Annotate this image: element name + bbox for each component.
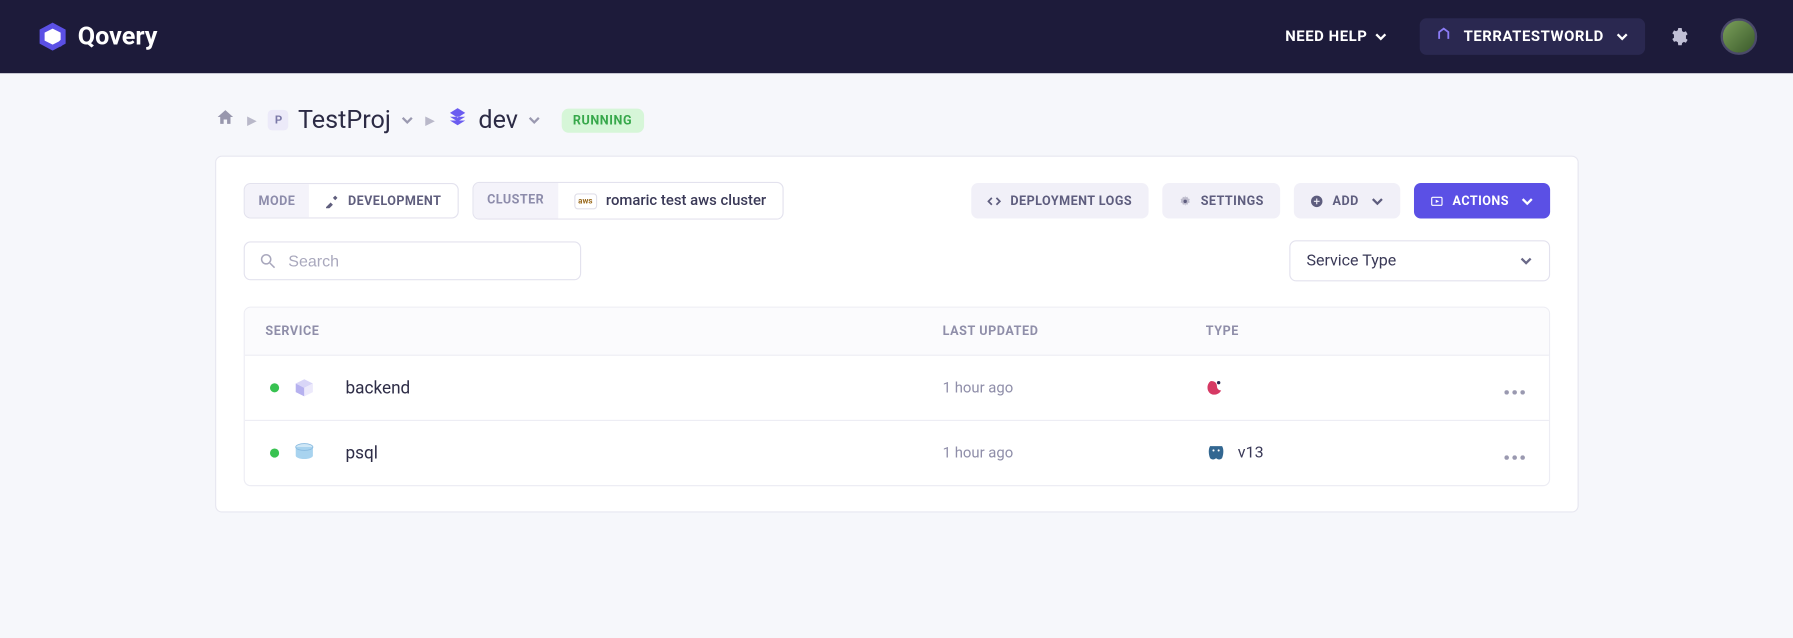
environment-name: dev bbox=[478, 106, 518, 135]
mode-chip: MODE DEVELOPMENT bbox=[244, 183, 459, 218]
environment-panel: MODE DEVELOPMENT CLUSTER aws romaric tes… bbox=[215, 156, 1579, 513]
project-badge: P bbox=[268, 110, 289, 131]
code-icon bbox=[988, 194, 1002, 208]
chevron-down-icon bbox=[1520, 194, 1534, 208]
cluster-chip: CLUSTER aws romaric test aws cluster bbox=[472, 182, 783, 220]
chevron-down-icon bbox=[1370, 194, 1384, 208]
mode-value[interactable]: DEVELOPMENT bbox=[309, 184, 457, 217]
table-header: SERVICE LAST UPDATED TYPE bbox=[245, 308, 1549, 355]
service-updated: 1 hour ago bbox=[943, 444, 1206, 461]
col-last-updated: LAST UPDATED bbox=[943, 324, 1206, 339]
service-updated: 1 hour ago bbox=[943, 379, 1206, 396]
status-badge: RUNNING bbox=[561, 108, 643, 132]
need-help-button[interactable]: NEED HELP bbox=[1285, 28, 1388, 45]
topbar: Qovery NEED HELP TERRATESTWORLD bbox=[0, 0, 1793, 73]
service-name: psql bbox=[345, 443, 942, 464]
plus-circle-icon bbox=[1310, 194, 1324, 208]
table-row[interactable]: psql 1 hour ago v13 bbox=[245, 420, 1549, 485]
service-app-icon bbox=[291, 374, 318, 401]
organization-switcher[interactable]: TERRATESTWORLD bbox=[1420, 18, 1645, 55]
settings-icon-button[interactable] bbox=[1668, 26, 1689, 47]
brand-name: Qovery bbox=[78, 22, 158, 51]
org-icon bbox=[1436, 26, 1452, 47]
org-name: TERRATESTWORLD bbox=[1464, 28, 1604, 45]
col-type: TYPE bbox=[1206, 324, 1481, 339]
services-table: SERVICE LAST UPDATED TYPE backend 1 hour… bbox=[244, 307, 1550, 487]
cluster-label: CLUSTER bbox=[473, 183, 557, 218]
chevron-down-icon bbox=[1374, 30, 1388, 44]
status-dot-running bbox=[270, 448, 279, 457]
dots-icon bbox=[1504, 455, 1525, 460]
chevron-down-icon bbox=[1615, 30, 1629, 44]
service-type-label: Service Type bbox=[1306, 252, 1396, 270]
breadcrumb-home[interactable] bbox=[215, 108, 236, 133]
gear-icon bbox=[1178, 194, 1192, 208]
chevron-down-icon bbox=[1519, 254, 1533, 268]
deployment-logs-button[interactable]: DEPLOYMENT LOGS bbox=[972, 183, 1149, 218]
chevron-down-icon bbox=[527, 113, 541, 127]
brand-logo[interactable]: Qovery bbox=[37, 21, 158, 53]
play-icon bbox=[1430, 194, 1444, 208]
aws-icon: aws bbox=[574, 193, 597, 209]
breadcrumb-sep-icon: ▶ bbox=[425, 113, 435, 128]
qovery-logo-icon bbox=[37, 21, 69, 53]
actions-button[interactable]: ACTIONS bbox=[1414, 183, 1550, 218]
cluster-value[interactable]: aws romaric test aws cluster bbox=[558, 183, 782, 218]
service-type: v13 bbox=[1206, 443, 1481, 464]
panel-toolbar: MODE DEVELOPMENT CLUSTER aws romaric tes… bbox=[244, 182, 1550, 220]
dots-icon bbox=[1504, 390, 1525, 395]
breadcrumb-sep-icon: ▶ bbox=[247, 113, 257, 128]
home-icon bbox=[215, 108, 236, 129]
breadcrumb-environment[interactable]: dev bbox=[446, 105, 540, 135]
chevron-down-icon bbox=[400, 113, 414, 127]
search-box[interactable] bbox=[244, 241, 581, 280]
mode-label: MODE bbox=[245, 184, 309, 217]
gear-icon bbox=[1668, 26, 1689, 47]
breadcrumb-project[interactable]: P TestProj bbox=[268, 106, 414, 135]
service-name: backend bbox=[345, 378, 942, 399]
table-row[interactable]: backend 1 hour ago bbox=[245, 355, 1549, 420]
user-avatar[interactable] bbox=[1721, 18, 1758, 55]
service-db-icon bbox=[291, 439, 318, 466]
breadcrumb: ▶ P TestProj ▶ dev RUNNING bbox=[0, 73, 1793, 155]
nestjs-icon bbox=[1206, 378, 1227, 399]
status-dot-running bbox=[270, 383, 279, 392]
service-type bbox=[1206, 378, 1481, 399]
settings-button[interactable]: SETTINGS bbox=[1162, 183, 1280, 218]
search-icon bbox=[259, 252, 277, 270]
add-button[interactable]: ADD bbox=[1294, 183, 1400, 218]
wrench-icon bbox=[325, 194, 339, 208]
environment-icon bbox=[446, 105, 469, 135]
project-name: TestProj bbox=[298, 106, 391, 135]
search-input[interactable] bbox=[288, 252, 566, 270]
service-type-filter[interactable]: Service Type bbox=[1289, 240, 1550, 281]
row-actions-button[interactable] bbox=[1480, 442, 1549, 464]
col-service: SERVICE bbox=[245, 324, 943, 339]
postgres-icon bbox=[1206, 443, 1227, 464]
need-help-label: NEED HELP bbox=[1285, 28, 1367, 45]
row-actions-button[interactable] bbox=[1480, 377, 1549, 399]
